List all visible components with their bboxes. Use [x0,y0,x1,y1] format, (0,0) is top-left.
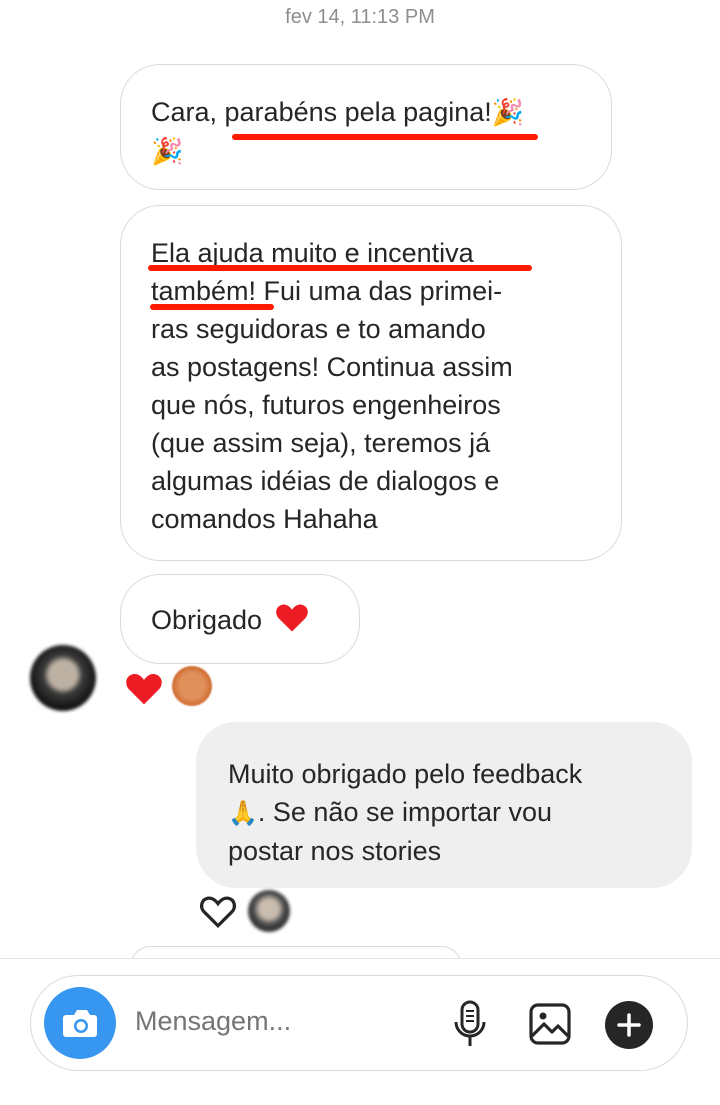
camera-icon [63,1010,97,1037]
party-emoji: 🎉 [151,137,184,167]
timestamp: fev 14, 11:13 PM [285,6,435,28]
message-input[interactable] [135,1006,425,1037]
message-bubble-1[interactable]: Cara, parabéns pela pagina!🎉 🎉 [120,64,612,190]
message-bubble-2[interactable]: Ela ajuda muito e incentiva também! Fui … [120,205,622,561]
message-line: (que assim seja), teremos já [151,428,491,458]
heart-emoji-icon [275,604,308,632]
message-line: Cara, parabéns pela pagina!🎉 [151,93,581,132]
camera-button[interactable] [44,987,116,1059]
image-icon[interactable] [528,1002,572,1046]
like-heart-icon[interactable] [198,893,238,929]
praying-hands-emoji: 🙏 [228,799,258,827]
microphone-icon[interactable] [452,1000,488,1050]
message-line: 🙏. Se não se importar vou [228,797,553,827]
plus-icon[interactable] [604,1000,654,1050]
message-line: Muito obrigado pelo feedback [228,759,583,789]
message-bubble-3[interactable]: Obrigado [120,574,360,664]
message-line: postar nos stories [228,836,442,866]
message-line: Obrigado [151,601,329,639]
reactor-avatar[interactable] [172,666,212,706]
message-line: as postagens! Continua assim [151,352,513,382]
reactor-avatar[interactable] [248,890,290,932]
avatar[interactable] [30,645,96,711]
message-line: ras seguidoras e to amando [151,314,486,344]
highlight-underline [150,304,274,310]
message-line: algumas idéias de dialogos e [151,466,500,496]
heart-reaction-icon[interactable] [124,670,164,706]
message-line: que nós, futuros engenheiros [151,390,501,420]
message-line: comandos Hahaha [151,504,378,534]
highlight-underline [148,265,532,271]
highlight-underline [232,134,538,140]
message-bubble-4[interactable]: Muito obrigado pelo feedback 🙏. Se não s… [196,722,692,888]
party-emoji: 🎉 [491,98,525,128]
